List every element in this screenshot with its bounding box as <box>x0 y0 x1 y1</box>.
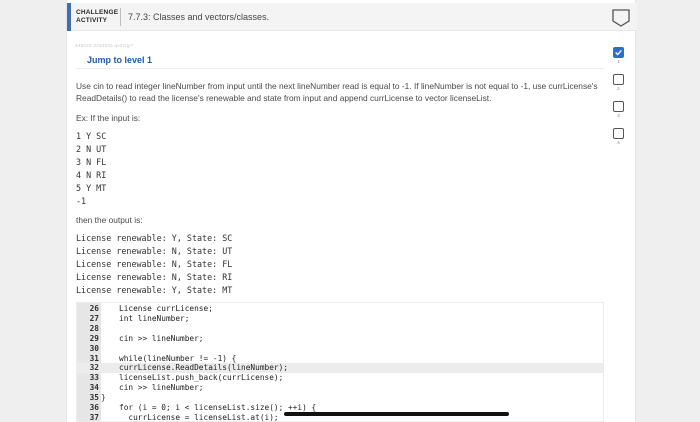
code-line[interactable]: 32 currLicense.ReadDetails(lineNumber); <box>77 363 603 374</box>
input-line: 4 N RI <box>76 170 107 180</box>
input-line: 2 N UT <box>76 144 107 154</box>
output-line: License renewable: N, State: FL <box>76 259 233 269</box>
input-line: 3 N FL <box>76 157 107 167</box>
completion-shield-icon <box>612 9 630 27</box>
line-number: 30 <box>89 343 99 353</box>
challenge-activity-badge: CHALLENGE ACTIVITY <box>76 9 118 25</box>
code-line[interactable]: 28 <box>77 323 603 334</box>
output-line: License renewable: N, State: RI <box>76 272 233 282</box>
activity-header: CHALLENGE ACTIVITY 7.7.3: Classes and ve… <box>67 3 637 31</box>
line-number: 26 <box>89 304 99 313</box>
code-editor[interactable]: 26 License currLicense; 27 int lineNumber; 2… <box>76 302 604 422</box>
header-divider <box>120 8 121 26</box>
closing-brace: } <box>101 393 106 403</box>
level-checkbox[interactable] <box>613 128 624 139</box>
code-line[interactable]: 35} <box>77 393 603 403</box>
code-text: int lineNumber; <box>119 313 190 323</box>
code-line[interactable]: 33 licenseList.push_back(currLicense); <box>77 373 603 383</box>
level-number: 3 <box>617 113 620 118</box>
code-text: cin >> lineNumber; <box>119 383 204 393</box>
example-intro: Ex: If the input is: <box>76 113 141 123</box>
jump-to-level-link[interactable]: Jump to level 1 <box>87 55 152 65</box>
code-text: currLicense = licenseList.at(i); <box>119 412 279 422</box>
horizontal-scrollbar[interactable] <box>284 412 509 416</box>
header-accent-bar <box>67 3 71 31</box>
code-line[interactable]: 34 cin >> lineNumber; <box>77 383 603 393</box>
level-number: 2 <box>617 86 620 91</box>
code-line[interactable]: 30 <box>77 343 603 354</box>
activity-id: 449020.3294042.qx3zqy7 <box>75 43 134 48</box>
code-line[interactable]: 26 License currLicense; <box>77 304 603 314</box>
line-number: 36 <box>89 403 99 412</box>
badge-line-2: ACTIVITY <box>76 17 108 24</box>
line-number: 31 <box>89 353 99 363</box>
input-line: 5 Y MT <box>76 183 107 193</box>
instructions-text: Use cin to read integer lineNumber from … <box>76 81 598 103</box>
code-line[interactable]: 29 cin >> lineNumber; <box>77 333 603 344</box>
code-text: while(lineNumber != -1) { <box>119 353 237 363</box>
code-text: licenseList.push_back(currLicense); <box>119 373 284 383</box>
output-line: License renewable: N, State: UT <box>76 246 233 256</box>
challenge-panel: CHALLENGE ACTIVITY 7.7.3: Classes and ve… <box>66 0 637 422</box>
badge-line-1: CHALLENGE <box>76 9 119 16</box>
line-number: 28 <box>89 323 99 333</box>
level-checkbox[interactable] <box>613 74 624 85</box>
code-text: cin >> lineNumber; <box>119 333 204 343</box>
line-number: 34 <box>89 383 99 393</box>
output-intro: then the output is: <box>76 215 143 225</box>
checkmark-icon <box>615 50 622 56</box>
code-text: License currLicense; <box>119 304 213 313</box>
level-checkbox[interactable] <box>613 101 624 112</box>
output-line: License renewable: Y, State: MT <box>76 285 233 295</box>
code-line[interactable]: 31 while(lineNumber != -1) { <box>77 353 603 364</box>
line-number: 35 <box>89 393 99 403</box>
level-number: 1 <box>617 59 620 64</box>
input-line: -1 <box>76 196 87 206</box>
line-number: 33 <box>89 373 99 383</box>
section-divider <box>75 68 605 69</box>
code-line[interactable]: 27 int lineNumber; <box>77 313 603 324</box>
activity-title: 7.7.3: Classes and vectors/classes. <box>128 12 270 22</box>
level-complete-check-icon[interactable] <box>613 47 624 58</box>
input-line: 1 Y SC <box>76 131 107 141</box>
line-number: 32 <box>89 363 99 373</box>
line-number: 37 <box>89 412 99 422</box>
output-line: License renewable: Y, State: SC <box>76 233 233 243</box>
code-text: currLicense.ReadDetails(lineNumber); <box>119 363 288 373</box>
line-number: 27 <box>89 313 99 323</box>
level-number: 4 <box>617 140 620 145</box>
line-number: 29 <box>89 333 99 343</box>
